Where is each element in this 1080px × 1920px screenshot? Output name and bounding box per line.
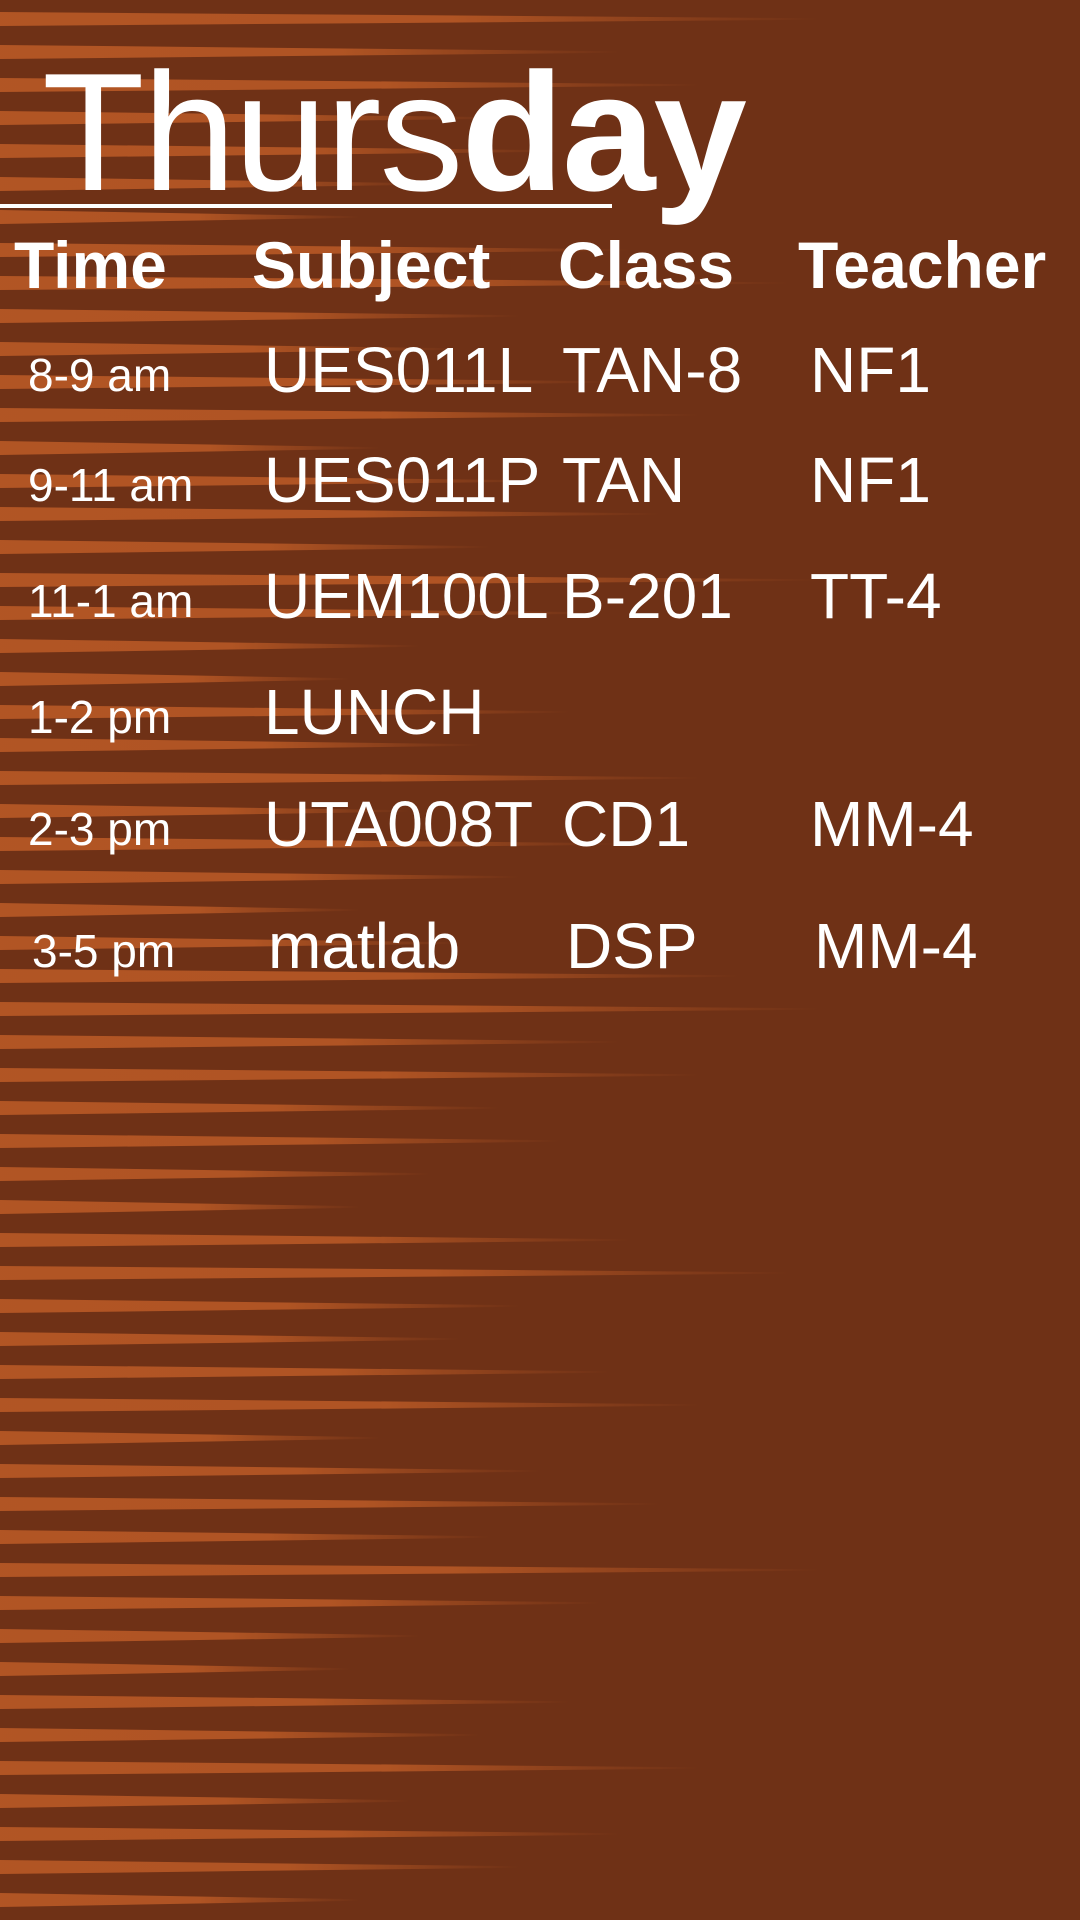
table-row: 1-2 pm LUNCH — [0, 680, 1080, 760]
table-row: 2-3 pm UTA008T CD1 MM-4 — [0, 792, 1080, 872]
time-cell: 3-5 pm — [32, 925, 176, 977]
class-cell: TAN — [562, 444, 686, 516]
background-stripe — [0, 1299, 520, 1313]
background-stripe — [0, 1860, 520, 1874]
background-stripe — [0, 1365, 610, 1379]
time-cell: 8-9 am — [28, 349, 172, 401]
background-stripe — [0, 1431, 380, 1445]
table-row: 3-5 pm matlab DSP MM-4 — [0, 914, 1080, 994]
page-title: Thursday — [42, 48, 747, 216]
background-stripe — [0, 1167, 430, 1181]
background-stripe — [0, 771, 700, 785]
background-stripe — [0, 870, 520, 884]
subject-cell: matlab — [268, 910, 461, 982]
subject-cell: UEM100L — [264, 560, 549, 632]
background-stripe — [0, 1002, 820, 1016]
background-stripe — [0, 12, 820, 26]
background-stripe — [0, 1662, 350, 1676]
background-stripe — [0, 1464, 540, 1478]
background-stripe — [0, 1332, 460, 1346]
title-underline — [0, 204, 612, 208]
background-stripe — [0, 1134, 560, 1148]
teacher-cell: NF1 — [810, 334, 931, 406]
background-stripe — [0, 1398, 700, 1412]
header-time: Time — [14, 228, 167, 302]
background-stripe — [0, 1101, 500, 1115]
background-stripe — [0, 1200, 360, 1214]
time-cell: 2-3 pm — [28, 803, 172, 855]
background-stripe — [0, 1497, 660, 1511]
class-cell: DSP — [566, 910, 698, 982]
background-stripe — [0, 1233, 630, 1247]
table-row: 9-11 am UES011P TAN NF1 — [0, 448, 1080, 528]
background-stripe — [0, 1761, 700, 1775]
subject-cell: UES011L — [264, 334, 534, 406]
teacher-cell: MM-4 — [810, 788, 974, 860]
background-stripe — [0, 1695, 570, 1709]
teacher-cell: NF1 — [810, 444, 931, 516]
subject-cell: UTA008T — [264, 788, 534, 860]
subject-cell: LUNCH — [264, 676, 485, 748]
time-cell: 9-11 am — [28, 459, 194, 511]
header-subject: Subject — [252, 228, 491, 302]
class-cell: B-201 — [562, 560, 733, 632]
background-stripe — [0, 1794, 410, 1808]
background-stripe — [0, 1035, 620, 1049]
title-bold-part: day — [461, 38, 746, 226]
subject-cell: UES011P — [264, 444, 541, 516]
title-light-part: Thurs — [42, 38, 463, 226]
header-class: Class — [558, 228, 735, 302]
class-cell: CD1 — [562, 788, 691, 860]
background-stripe — [0, 1563, 820, 1577]
background-stripe — [0, 1530, 490, 1544]
background-stripe — [0, 540, 490, 554]
table-row: 8-9 am UES011L TAN-8 NF1 — [0, 338, 1080, 418]
class-cell: TAN-8 — [562, 334, 743, 406]
teacher-cell: TT-4 — [810, 560, 942, 632]
time-cell: 11-1 am — [28, 575, 194, 627]
background-stripe — [0, 1893, 360, 1907]
time-cell: 1-2 pm — [28, 691, 172, 743]
table-header: Time Subject Class Teacher — [0, 232, 1080, 312]
background-stripe — [0, 1728, 480, 1742]
background-stripe — [0, 1596, 600, 1610]
header-teacher: Teacher — [798, 228, 1047, 302]
background-stripe — [0, 1827, 620, 1841]
table-row: 11-1 am UEM100L B-201 TT-4 — [0, 564, 1080, 644]
teacher-cell: MM-4 — [814, 910, 978, 982]
background-stripe — [0, 1068, 700, 1082]
background-stripe — [0, 1266, 790, 1280]
background-stripe — [0, 1629, 420, 1643]
